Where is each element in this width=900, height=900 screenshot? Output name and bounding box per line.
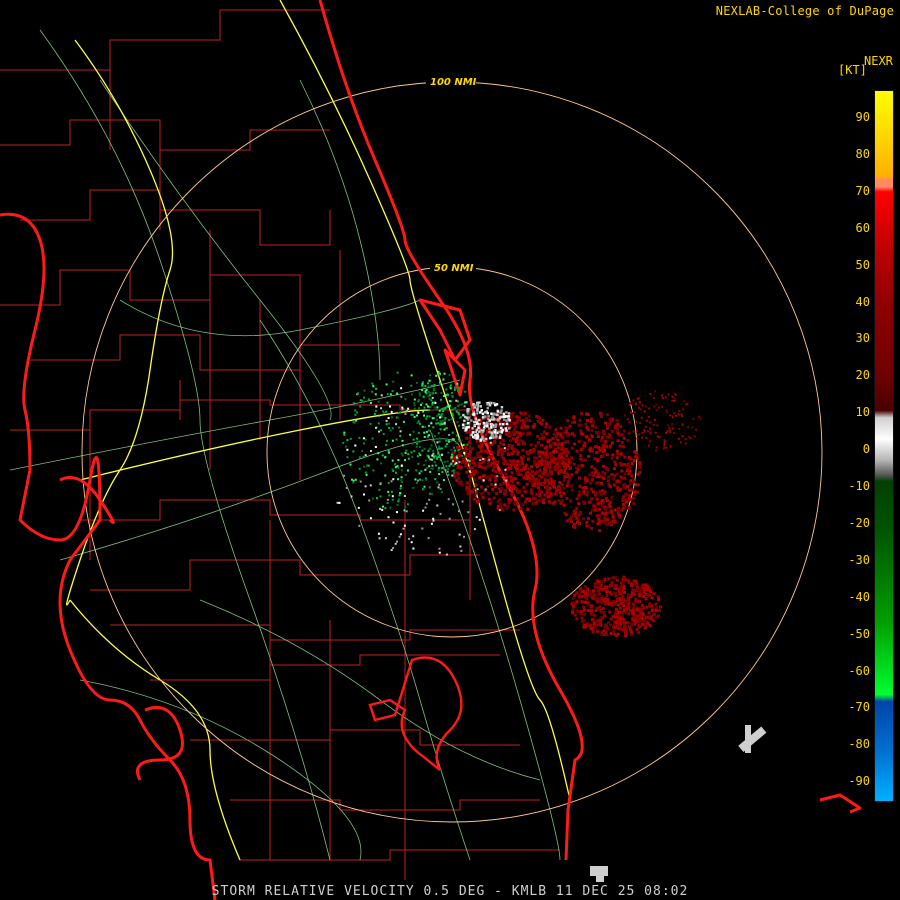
- plane-icon: [738, 725, 767, 753]
- station-icon: [590, 866, 608, 882]
- colorbar-tick: 0: [862, 442, 870, 457]
- scale-unit: [KT]: [838, 63, 867, 77]
- colorbar-tick: -20: [848, 515, 870, 530]
- colorbar-tick: -50: [848, 626, 870, 641]
- credit-label: NEXLAB-College of DuPage: [715, 4, 894, 18]
- colorbar-tick: 80: [855, 146, 870, 161]
- colorbar-tick: 10: [855, 405, 870, 420]
- colorbar-tick: -60: [848, 663, 870, 678]
- velocity-colorbar: [874, 90, 894, 802]
- scale-title: NEXR: [864, 54, 893, 68]
- county-boundaries: [0, 9, 560, 880]
- colorbar-tick: -30: [848, 552, 870, 567]
- ring-label-50: 50 NMI: [434, 263, 474, 274]
- colorbar-tick: 70: [855, 183, 870, 198]
- colorbar-tick: 20: [855, 368, 870, 383]
- colorbar-tick: 30: [855, 331, 870, 346]
- colorbar-tick: 90: [855, 110, 870, 124]
- radar-map[interactable]: 100 NMI 50 NMI: [0, 0, 900, 900]
- colorbar-tick: -90: [848, 774, 870, 789]
- colorbar-tick: 60: [855, 220, 870, 235]
- colorbar-tick: -70: [848, 700, 870, 715]
- colorbar-tick: -80: [848, 737, 870, 752]
- colorbar-tick: -10: [848, 479, 870, 493]
- product-caption: STORM RELATIVE VELOCITY 0.5 DEG - KMLB 1…: [211, 884, 689, 899]
- colorbar-tick: 40: [855, 294, 870, 309]
- road-network: [9, 29, 561, 861]
- colorbar-tick: 50: [855, 257, 870, 272]
- lakes: [368, 656, 463, 771]
- ring-label-100: 100 NMI: [430, 77, 477, 88]
- colorbar-tick: -40: [848, 589, 870, 604]
